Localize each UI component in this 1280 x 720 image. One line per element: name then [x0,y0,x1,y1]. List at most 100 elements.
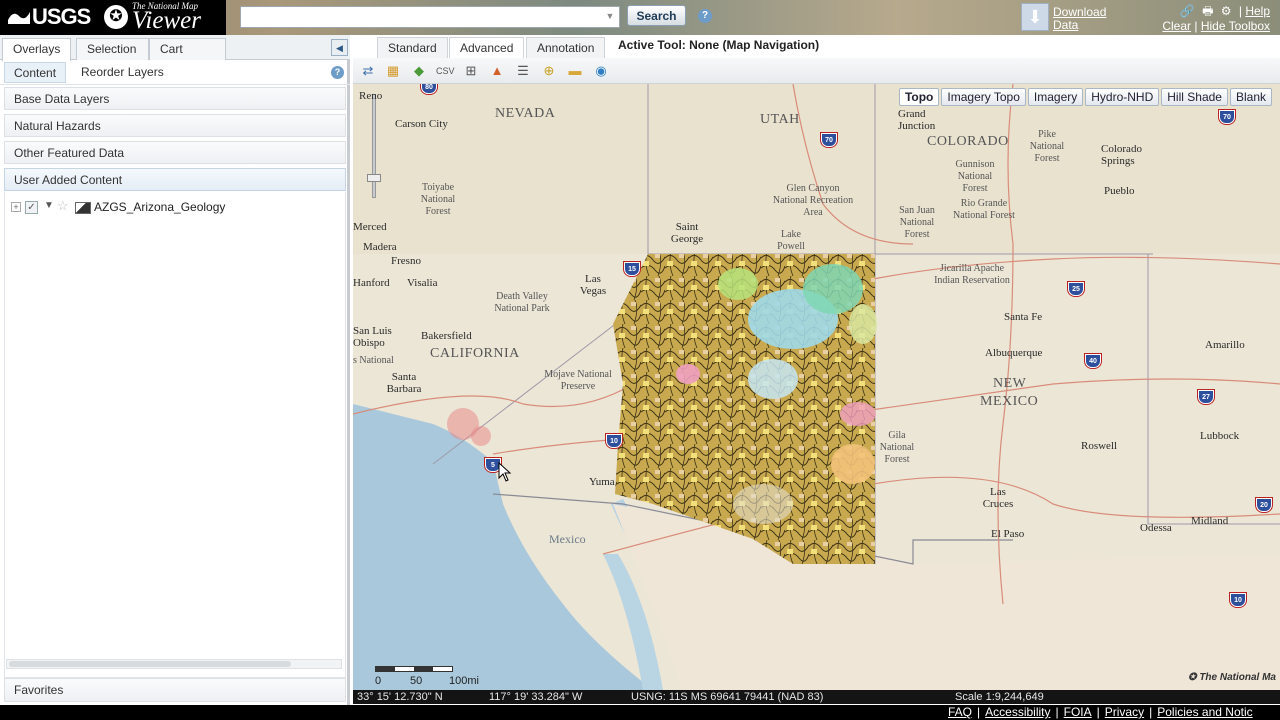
collapse-panel-icon[interactable]: ◀ [331,39,348,56]
interstate-shield-icon: 20 [1256,498,1272,512]
section-natural-hazards[interactable]: Natural Hazards [4,114,346,137]
map-canvas[interactable]: Topo Imagery Topo Imagery Hydro-NHD Hill Sha… [353,84,1280,690]
section-user-added-content[interactable]: User Added Content [4,168,346,191]
map-label-city: El Paso [991,528,1025,540]
map-label-park: Gunnison National Forest [955,159,995,194]
favorite-star-icon[interactable]: ☆ [57,198,69,214]
tab-selection[interactable]: Selection [76,38,149,60]
expand-icon[interactable]: + [11,202,21,212]
tab-cart[interactable]: Cart [149,38,226,60]
locate-icon[interactable]: ⊕ [540,62,558,80]
help-link[interactable]: Help [1245,4,1270,18]
basemap-topo-button[interactable]: Topo [898,88,940,106]
interstate-shield-icon: 70 [1219,110,1235,124]
footer-bar: FAQ | Accessibility | FOIA | Privacy | Policies … [0,705,1280,720]
map-label-city: San Luis Obispo [353,325,392,349]
globe-icon[interactable]: ◉ [592,62,610,80]
map-label-city: Santa Barbara [386,371,422,395]
interstate-shield-icon: 10 [606,434,622,448]
map-label-park: s National [353,355,394,366]
subtab-content[interactable]: Content [4,62,67,83]
help-separator: | [1238,4,1242,18]
search-dropdown-icon[interactable]: ▼ [603,11,617,23]
layers-icon[interactable]: ☰ [514,62,532,80]
select-icon[interactable]: ▦ [384,62,402,80]
map-label-park: Jicarilla Apache Indian Reservation [934,263,1010,286]
map-label-park: Mojave National Preserve [544,369,612,392]
download-link-line1[interactable]: Download [1053,5,1106,19]
scale-bar-graphic [375,666,453,672]
logo-product: Viewer [132,7,201,34]
basemap-blank-button[interactable]: Blank [1229,88,1272,106]
layer-visibility-checkbox[interactable]: ✓ [25,201,38,214]
map-label-city: Santa Fe [1004,311,1043,323]
scrollbar-thumb[interactable] [9,661,291,667]
settings-gear-icon[interactable]: ⚙ [1221,4,1232,18]
identify-icon[interactable]: ⇄ [359,62,377,80]
markup-icon[interactable]: ▬ [566,62,584,80]
map-label-city: Roswell [1081,440,1118,452]
section-other-featured-data[interactable]: Other Featured Data [4,141,346,164]
search-button[interactable]: Search [627,5,686,26]
link-icon[interactable]: 🔗 [1180,4,1195,18]
subtab-reorder-layers[interactable]: Reorder Layers [72,62,173,83]
download-data-button[interactable]: ⬇ Download Data [1021,3,1111,33]
map-label-park: Glen Canyon National Recreation Area [772,183,854,218]
basemap-imagery-button[interactable]: Imagery [1027,88,1084,106]
usgs-logo[interactable]: USGS ✪ The National Map Viewer [0,0,226,35]
zoom-handle[interactable] [367,174,381,182]
layer-type-icon [75,202,91,214]
scale-tick: 100mi [449,675,479,687]
scale-tick: 50 [410,675,423,687]
shapes-icon[interactable]: ▲ [488,62,506,80]
footer-separator: | [1055,705,1059,719]
interstate-shield-icon: 40 [1085,354,1101,368]
zoom-slider[interactable] [367,94,381,198]
content-help-icon[interactable]: ? [331,66,344,79]
basemap-hydro-nhd-button[interactable]: Hydro-NHD [1085,88,1160,106]
search-help-icon[interactable]: ? [698,9,712,23]
footer-link-policies[interactable]: Policies and Notic [1157,705,1252,719]
header-bar: USGS ✪ The National Map Viewer ▼ Search … [0,0,1280,35]
map-label-city: Madera [363,241,397,253]
longitude-readout: 117° 19' 33.284" W [489,691,583,703]
print-icon[interactable]: ⊞ [462,62,480,80]
basemap-hill-shade-button[interactable]: Hill Shade [1161,88,1228,106]
map-label-state: UTAH [760,112,800,127]
map-label-park: Pike National Forest [1029,129,1065,164]
zoom-track[interactable] [372,94,376,198]
footer-link-privacy[interactable]: Privacy [1105,705,1144,719]
interstate-shield-icon: 10 [1230,593,1246,607]
header-tools: 🔗 🖶 ⚙ | Help Clear | Hide Toolbox [1130,2,1270,34]
map-label-city: Visalia [407,277,438,289]
tab-advanced[interactable]: Advanced [449,37,525,58]
map-label-city: Albuquerque [985,347,1043,359]
coordinate-status-bar: 33° 15' 12.730" N 117° 19' 33.284" W USN… [353,690,1280,704]
horizontal-scrollbar[interactable] [6,659,342,669]
footer-link-accessibility[interactable]: Accessibility [985,705,1050,719]
layer-options-arrow-icon[interactable]: ▼ [44,200,54,211]
tab-overlays[interactable]: Overlays [2,38,72,61]
clear-link[interactable]: Clear [1162,19,1191,33]
section-favorites[interactable]: Favorites [4,678,346,702]
interstate-shield-icon: 25 [1068,282,1084,296]
footer-link-foia[interactable]: FOIA [1064,705,1092,719]
coordinates-icon[interactable]: CSV [436,62,455,80]
tab-annotation[interactable]: Annotation [526,37,606,58]
footer-separator: | [977,705,981,719]
section-base-data-layers[interactable]: Base Data Layers [4,87,346,110]
basemap-imagery-topo-button[interactable]: Imagery Topo [941,88,1026,106]
map-label-state: CALIFORNIA [430,346,520,361]
usgs-wordmark: USGS [8,4,91,30]
interstate-shield-icon: 27 [1198,390,1214,404]
hide-toolbox-link[interactable]: Hide Toolbox [1201,19,1270,33]
measure-icon[interactable]: ◆ [410,62,428,80]
footer-link-faq[interactable]: FAQ [948,705,972,719]
attribution-text: The National Ma [1199,672,1276,683]
tab-standard[interactable]: Standard [377,37,448,58]
map-label-city: Las Vegas [579,273,607,297]
search-input[interactable] [241,7,601,27]
download-link-line2[interactable]: Data [1053,18,1078,32]
map-label-park: San Juan National Forest [899,205,935,240]
layer-row-azgs[interactable]: + ✓ ▼ ☆ AZGS_Arizona_Geology [11,198,311,216]
